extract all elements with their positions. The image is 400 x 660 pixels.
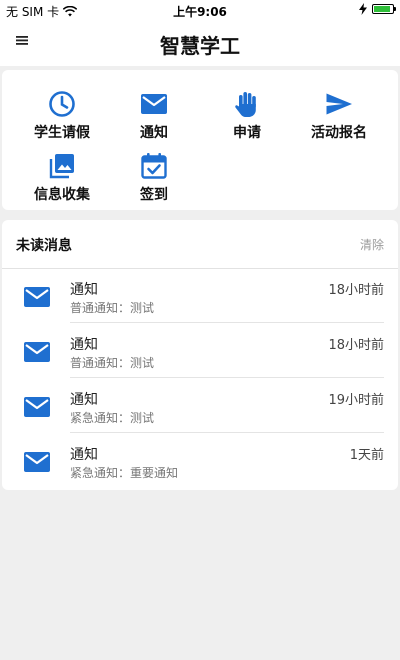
unread-messages-card: 未读消息 清除 通知 普通通知：测试 18小时前 通知 普通通知：测试 18小时…	[2, 220, 398, 490]
feature-collect[interactable]: 信息收集	[17, 138, 107, 204]
message-row[interactable]: 通知 紧急通知：重要通知 1天前	[2, 434, 398, 488]
row-divider	[70, 377, 384, 378]
charging-bolt-icon	[359, 3, 367, 15]
message-time: 18小时前	[328, 283, 384, 298]
status-right	[358, 3, 396, 15]
message-title: 通知	[70, 337, 98, 353]
feature-label: 签到	[140, 187, 168, 203]
battery-icon	[372, 4, 396, 14]
mail-icon	[141, 94, 167, 114]
message-time: 1天前	[349, 448, 384, 463]
clock-icon	[49, 91, 75, 117]
message-title: 通知	[70, 392, 98, 408]
nav-bar: 智慧学工	[0, 20, 400, 66]
message-time: 18小时前	[328, 338, 384, 353]
message-subtitle: 普通通知：测试	[70, 356, 155, 370]
message-row[interactable]: 通知 紧急通知：测试 19小时前	[2, 379, 398, 433]
battery-level	[374, 6, 391, 12]
clock-label: 上午9:06	[173, 5, 227, 19]
message-title: 通知	[70, 447, 98, 463]
mail-icon	[24, 397, 50, 417]
message-subtitle: 普通通知：测试	[70, 301, 155, 315]
feature-apply[interactable]: 申请	[202, 76, 292, 142]
message-time: 19小时前	[328, 393, 384, 408]
send-icon	[326, 93, 352, 115]
feature-label: 活动报名	[311, 125, 367, 141]
photo-library-icon	[49, 154, 74, 179]
mail-icon	[24, 287, 50, 307]
hand-icon	[235, 92, 256, 117]
clear-button[interactable]: 清除	[360, 236, 384, 253]
message-title: 通知	[70, 282, 98, 298]
message-subtitle: 紧急通知：测试	[70, 411, 155, 425]
feature-activity[interactable]: 活动报名	[294, 76, 384, 142]
feature-notice[interactable]: 通知	[109, 76, 199, 142]
feature-grid: 学生请假 通知 申请 活动报名 信息收集 签到	[2, 70, 398, 210]
messages-header: 未读消息 清除	[2, 220, 398, 269]
messages-title: 未读消息	[16, 238, 72, 254]
battery-cap	[394, 7, 396, 11]
feature-label: 申请	[233, 125, 261, 141]
message-subtitle: 紧急通知：重要通知	[70, 466, 179, 480]
feature-checkin[interactable]: 签到	[109, 138, 199, 204]
calendar-check-icon	[141, 153, 167, 179]
message-row[interactable]: 通知 普通通知：测试 18小时前	[2, 324, 398, 378]
mail-icon	[24, 342, 50, 362]
status-bar: 无 SIM 卡 上午9:06	[0, 0, 400, 20]
page-title: 智慧学工	[160, 34, 240, 58]
row-divider	[70, 322, 384, 323]
message-row[interactable]: 通知 普通通知：测试 18小时前	[2, 269, 398, 323]
feature-label: 信息收集	[34, 187, 90, 203]
feature-leave[interactable]: 学生请假	[17, 76, 107, 142]
mail-icon	[24, 452, 50, 472]
row-divider	[70, 432, 384, 433]
